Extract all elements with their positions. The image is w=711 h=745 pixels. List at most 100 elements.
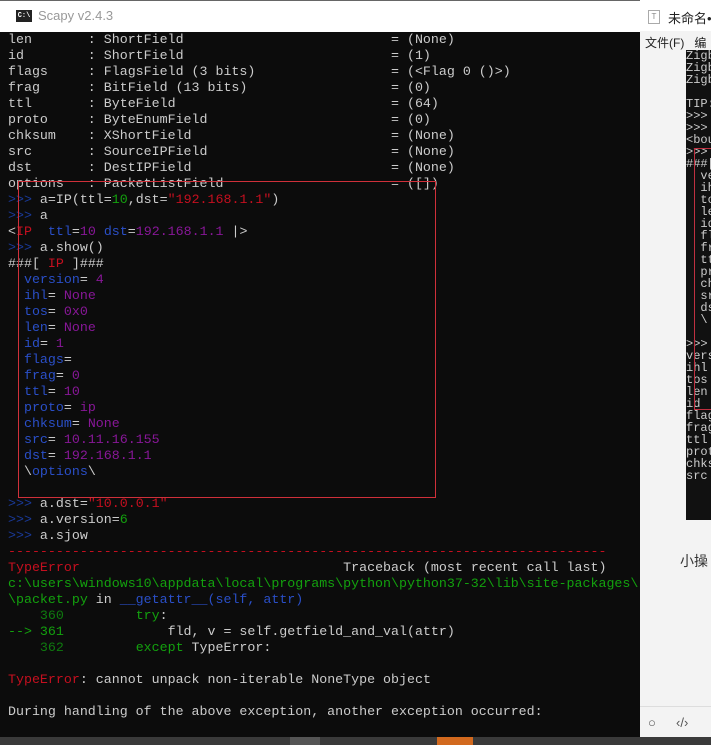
terminal-text: except [135, 640, 184, 655]
code-icon[interactable]: ‹/› [676, 715, 688, 730]
terminal-text: src [23, 432, 48, 447]
notepad-window[interactable]: T 未命名• 文件(F) 编 ZigbZigbZigbTIP:>>>>>><bou… [640, 0, 711, 737]
embedded-screenshot: ZigbZigbZigbTIP:>>>>>><bou>>>###[ ve ih … [686, 50, 711, 520]
terminal-line: dst : DestIPField = (None) [8, 160, 640, 176]
terminal-line: src= 10.11.16.155 [8, 432, 640, 448]
terminal-output[interactable]: len : ShortField = (None) id : ShortField… [8, 32, 640, 737]
terminal-text: \ [8, 464, 32, 479]
menu-edit[interactable]: 编 [694, 36, 706, 50]
terminal-text: a.show() [39, 240, 104, 255]
terminal-text: len : ShortField = (None) [8, 32, 455, 47]
terminal-text: |> [223, 224, 248, 239]
terminal-line: flags : FlagsField (3 bits) = (<Flag 0 (… [8, 64, 640, 80]
terminal-text: a [39, 208, 48, 223]
circle-icon[interactable]: ○ [648, 715, 656, 730]
terminal-text: proto : ByteEnumField = (0) [8, 112, 431, 127]
cmd-icon: C:\ [16, 10, 32, 22]
terminal-line: >>> a=IP(ttl=10,dst="192.168.1.1") [8, 192, 640, 208]
terminal-text: : cannot unpack non-iterable NoneType ob… [79, 672, 431, 687]
terminal-text: = [47, 288, 64, 303]
terminal-line: options : PacketListField = ([]) [8, 176, 640, 192]
terminal-text: --> 361 [8, 624, 64, 639]
terminal-text: "10.0.0.1" [87, 496, 168, 511]
terminal-line: <IP ttl=10 dst=192.168.1.1 |> [8, 224, 640, 240]
terminal-text: chksum : XShortField = (None) [8, 128, 455, 143]
terminal-text: During handling of the above exception, … [8, 704, 543, 719]
terminal-text: = [79, 272, 96, 287]
terminal-text: 10.11.16.155 [63, 432, 160, 447]
terminal-text: TypeError [8, 672, 80, 687]
terminal-text: None [63, 320, 96, 335]
terminal-line: \options\ [8, 464, 640, 480]
terminal-text: = [47, 320, 64, 335]
note-text: 小操 [680, 553, 708, 569]
notepad-icon: T [648, 10, 660, 24]
terminal-line: >>> a.version=6 [8, 512, 640, 528]
terminal-text: a.dst= [39, 496, 88, 511]
window-title: Scapy v2.4.3 [38, 8, 114, 23]
terminal-text: None [87, 416, 120, 431]
terminal-text: TypeError: [183, 640, 272, 655]
terminal-line: proto= ip [8, 400, 640, 416]
terminal-text: options : PacketListField = ([]) [8, 176, 439, 191]
terminal-text: = [39, 336, 56, 351]
terminal-text: proto [23, 400, 64, 415]
terminal-line: frag : BitField (13 bits) = (0) [8, 80, 640, 96]
taskbar [0, 737, 711, 745]
terminal-text: >>> [8, 512, 40, 527]
terminal-line: chksum : XShortField = (None) [8, 128, 640, 144]
terminal-line: len : ShortField = (None) [8, 32, 640, 48]
terminal-line: \packet.py in __getattr__(self, attr) [8, 592, 640, 608]
terminal-text: frag : BitField (13 bits) = (0) [8, 80, 431, 95]
terminal-text: >>> [8, 496, 40, 511]
embedded-line: Zigb [686, 73, 711, 87]
terminal-text: None [63, 288, 96, 303]
notepad-title-bar[interactable]: T 未命名• [640, 0, 711, 31]
terminal-text: (self, attr) [207, 592, 304, 607]
terminal-line: dst= 192.168.1.1 [8, 448, 640, 464]
terminal-text: = [63, 400, 80, 415]
terminal-window[interactable]: C:\ Scapy v2.4.3 len : ShortField = (Non… [0, 0, 640, 737]
terminal-text: frag [23, 368, 56, 383]
terminal-text: \packet.py [8, 592, 88, 607]
terminal-line: proto : ByteEnumField = (0) [8, 112, 640, 128]
terminal-text: id [23, 336, 40, 351]
terminal-text: flags [23, 352, 64, 367]
title-bar[interactable]: C:\ Scapy v2.4.3 [0, 0, 640, 32]
terminal-line: chksum= None [8, 416, 640, 432]
terminal-text: a.sjow [39, 528, 88, 543]
terminal-line: version= 4 [8, 272, 640, 288]
terminal-text: = [47, 384, 64, 399]
terminal-line: >>> a.show() [8, 240, 640, 256]
terminal-text: TypeError [8, 560, 80, 575]
terminal-line: During handling of the above exception, … [8, 704, 640, 720]
terminal-text: 10 [79, 224, 96, 239]
terminal-text: 192.168.1.1 [63, 448, 152, 463]
notepad-bottom-bar: ○ ‹/› [640, 706, 711, 738]
menu-file[interactable]: 文件(F) [645, 36, 684, 50]
terminal-text: 360 [8, 608, 64, 623]
terminal-text: ihl [23, 288, 48, 303]
terminal-line: ----------------------------------------… [8, 544, 640, 560]
terminal-line: frag= 0 [8, 368, 640, 384]
terminal-text: ttl : ByteField = (64) [8, 96, 439, 111]
terminal-text: version [23, 272, 80, 287]
taskbar-item-active[interactable] [437, 737, 473, 745]
terminal-text: try [135, 608, 160, 623]
terminal-line: c:\users\windows10\appdata\local\program… [8, 576, 640, 592]
taskbar-item[interactable] [290, 737, 320, 745]
terminal-text: 362 [8, 640, 64, 655]
embedded-highlight [694, 148, 711, 410]
terminal-text: "192.168.1.1" [167, 192, 272, 207]
terminal-text: 0x0 [63, 304, 88, 319]
